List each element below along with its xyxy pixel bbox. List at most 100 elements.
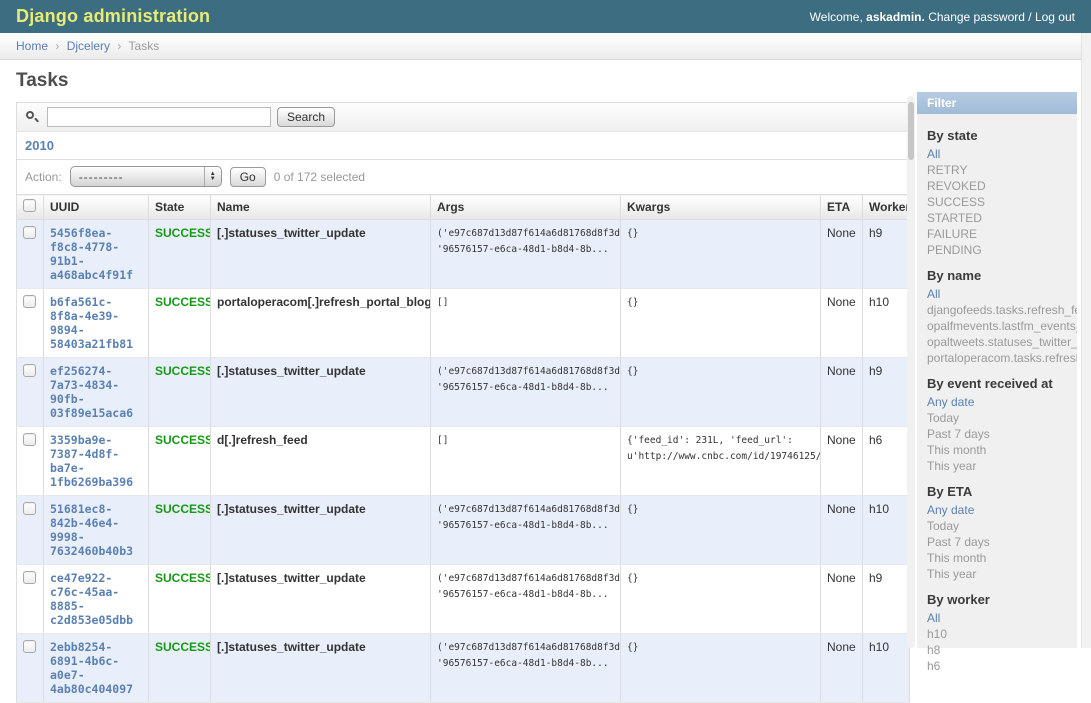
- filter-option[interactable]: All: [927, 146, 1077, 162]
- action-label: Action:: [25, 170, 62, 184]
- filter-option[interactable]: opaltweets.statuses_twitter_upd: [927, 334, 1077, 350]
- column-header-args[interactable]: Args: [431, 195, 621, 220]
- search-button[interactable]: Search: [277, 107, 335, 127]
- kwargs-cell: {}: [621, 289, 821, 358]
- eta-cell: None: [821, 289, 863, 358]
- table-row: b6fa561c-8f8a-4e39-9894-58403a21fb81SUCC…: [17, 289, 910, 358]
- row-select-cell: [17, 358, 44, 427]
- uuid-link[interactable]: ce47e922-c76c-45aa-8885-c2d853e05dbb: [50, 571, 142, 627]
- filter-option[interactable]: SUCCESS: [927, 194, 1077, 210]
- worker-cell: h10: [863, 496, 910, 565]
- row-checkbox[interactable]: [23, 295, 36, 308]
- row-checkbox[interactable]: [23, 433, 36, 446]
- filter-group: By workerAllh10h8h6: [917, 592, 1077, 674]
- column-header-worker[interactable]: Worker: [863, 195, 910, 220]
- uuid-cell: 5456f8ea-f8c8-4778-91b1-a468abc4f91f: [44, 220, 149, 289]
- app-header: Django administration Welcome, askadmin.…: [0, 0, 1091, 33]
- select-stepper-icon: ▲▼: [204, 167, 221, 186]
- filter-option[interactable]: This month: [927, 550, 1077, 566]
- uuid-link[interactable]: 2ebb8254-6891-4b6c-a0e7-4ab80c404097: [50, 640, 142, 696]
- filter-body: By stateAllRETRYREVOKEDSUCCESSSTARTEDFAI…: [917, 114, 1077, 674]
- uuid-link[interactable]: ef256274-7a73-4834-90fb-03f89e15aca6: [50, 364, 142, 420]
- state-cell: SUCCESS: [149, 289, 211, 358]
- results-table: UUID State Name Args Kwargs ETA Worker 5…: [16, 194, 910, 703]
- filter-group-heading: By name: [927, 268, 1067, 283]
- breadcrumb: Home › Djcelery › Tasks: [0, 33, 1091, 60]
- filter-option[interactable]: This year: [927, 566, 1077, 582]
- name-cell: [.]statuses_twitter_update: [211, 634, 431, 703]
- select-all-checkbox[interactable]: [23, 199, 36, 212]
- uuid-link[interactable]: 3359ba9e-7387-4d8f-ba7e-1fb6269ba396: [50, 433, 142, 489]
- results-scrollbar-thumb[interactable]: [908, 102, 914, 160]
- filter-option[interactable]: STARTED: [927, 210, 1077, 226]
- filter-option[interactable]: All: [927, 610, 1077, 626]
- row-checkbox[interactable]: [23, 226, 36, 239]
- row-checkbox[interactable]: [23, 502, 36, 515]
- filter-option[interactable]: Any date: [927, 394, 1077, 410]
- eta-cell: None: [821, 358, 863, 427]
- go-button[interactable]: Go: [230, 167, 266, 187]
- row-select-cell: [17, 634, 44, 703]
- filter-group: By ETAAny dateTodayPast 7 daysThis month…: [917, 484, 1077, 582]
- filter-option[interactable]: Today: [927, 410, 1077, 426]
- filter-option[interactable]: All: [927, 286, 1077, 302]
- change-password-link[interactable]: Change password: [928, 10, 1025, 24]
- column-header-uuid[interactable]: UUID: [44, 195, 149, 220]
- row-checkbox[interactable]: [23, 571, 36, 584]
- uuid-link[interactable]: b6fa561c-8f8a-4e39-9894-58403a21fb81: [50, 295, 142, 351]
- column-header-name[interactable]: Name: [211, 195, 431, 220]
- uuid-cell: ef256274-7a73-4834-90fb-03f89e15aca6: [44, 358, 149, 427]
- column-header-kwargs[interactable]: Kwargs: [621, 195, 821, 220]
- filter-option[interactable]: djangofeeds.tasks.refresh_feed: [927, 302, 1077, 318]
- kwargs-cell: {}: [621, 565, 821, 634]
- filter-option[interactable]: Today: [927, 518, 1077, 534]
- filter-option[interactable]: portaloperacom.tasks.refresh_p: [927, 350, 1077, 366]
- filter-option[interactable]: RETRY: [927, 162, 1077, 178]
- username: askadmin.: [866, 10, 925, 24]
- filter-option[interactable]: h10: [927, 626, 1077, 642]
- uuid-link[interactable]: 5456f8ea-f8c8-4778-91b1-a468abc4f91f: [50, 226, 142, 282]
- filter-sidebar: Filter By stateAllRETRYREVOKEDSUCCESSSTA…: [917, 92, 1077, 648]
- name-cell: [.]statuses_twitter_update: [211, 220, 431, 289]
- uuid-link[interactable]: 51681ec8-842b-46e4-9998-7632460b40b3: [50, 502, 142, 558]
- date-hierarchy-year-link[interactable]: 2010: [25, 138, 54, 153]
- filter-option[interactable]: Any date: [927, 502, 1077, 518]
- filter-option[interactable]: Past 7 days: [927, 426, 1077, 442]
- uuid-cell: 51681ec8-842b-46e4-9998-7632460b40b3: [44, 496, 149, 565]
- breadcrumb-home[interactable]: Home: [16, 39, 48, 53]
- uuid-cell: 3359ba9e-7387-4d8f-ba7e-1fb6269ba396: [44, 427, 149, 496]
- user-links-separator: /: [1028, 10, 1031, 24]
- filter-title: Filter: [917, 92, 1077, 114]
- filter-group-heading: By state: [927, 128, 1067, 143]
- args-cell: ('e97c687d13d87f614a6d81768d8f3d8e','965…: [431, 565, 621, 634]
- search-input[interactable]: [47, 107, 271, 127]
- filter-option[interactable]: This year: [927, 458, 1077, 474]
- column-header-eta[interactable]: ETA: [821, 195, 863, 220]
- logout-link[interactable]: Log out: [1035, 10, 1075, 24]
- filter-option[interactable]: h6: [927, 658, 1077, 674]
- name-cell: [.]statuses_twitter_update: [211, 496, 431, 565]
- action-select[interactable]: --------- ▲▼: [70, 166, 222, 187]
- filter-option[interactable]: REVOKED: [927, 178, 1077, 194]
- eta-cell: None: [821, 634, 863, 703]
- filter-option[interactable]: opalfmevents.lastfm_events_upd: [927, 318, 1077, 334]
- name-cell: portaloperacom[.]refresh_portal_blog: [211, 289, 431, 358]
- row-select-cell: [17, 565, 44, 634]
- filter-option[interactable]: h8: [927, 642, 1077, 658]
- filter-group: By event received atAny dateTodayPast 7 …: [917, 376, 1077, 474]
- filter-option[interactable]: PENDING: [927, 242, 1077, 258]
- column-header-state[interactable]: State: [149, 195, 211, 220]
- row-checkbox[interactable]: [23, 640, 36, 653]
- date-hierarchy: 2010: [16, 131, 909, 160]
- results-scrollbar[interactable]: [907, 96, 915, 648]
- window-scrollbar[interactable]: [1081, 33, 1091, 648]
- row-select-cell: [17, 427, 44, 496]
- args-cell: []: [431, 427, 621, 496]
- row-checkbox[interactable]: [23, 364, 36, 377]
- filter-option[interactable]: Past 7 days: [927, 534, 1077, 550]
- filter-option[interactable]: FAILURE: [927, 226, 1077, 242]
- breadcrumb-app[interactable]: Djcelery: [67, 39, 110, 53]
- filter-option[interactable]: This month: [927, 442, 1077, 458]
- state-cell: SUCCESS: [149, 220, 211, 289]
- table-row: 51681ec8-842b-46e4-9998-7632460b40b3SUCC…: [17, 496, 910, 565]
